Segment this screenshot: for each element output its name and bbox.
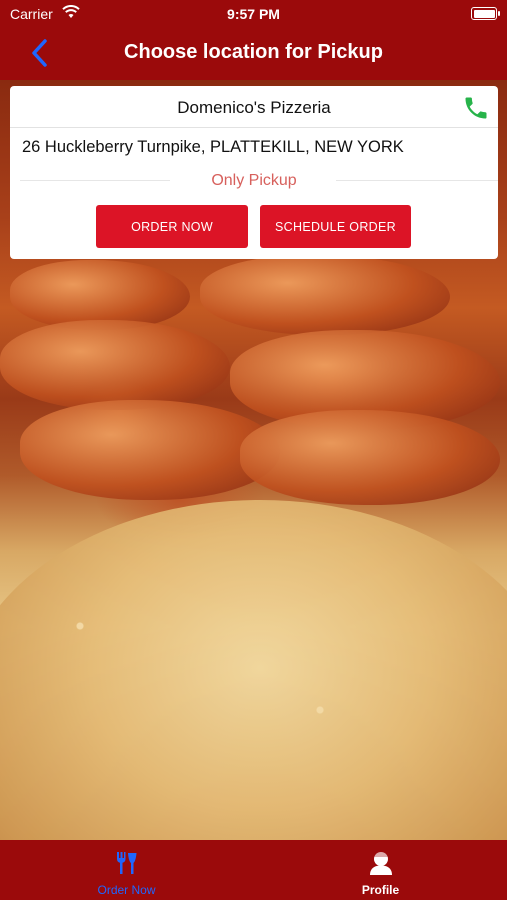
restaurant-name: Domenico's Pizzeria (177, 98, 331, 117)
navigation-bar: Choose location for Pickup (0, 28, 507, 80)
divider (10, 127, 498, 128)
order-now-button[interactable]: ORDER NOW (96, 205, 248, 248)
tab-order-now[interactable]: Order Now (0, 840, 253, 900)
pickup-mode-label: Only Pickup (211, 172, 297, 189)
tab-profile-label: Profile (361, 883, 400, 897)
page-title: Choose location for Pickup (124, 41, 383, 63)
utensils-icon (116, 852, 136, 874)
tab-bar: Order Now Profile (0, 840, 507, 900)
phone-icon[interactable] (462, 94, 490, 122)
schedule-order-button[interactable]: SCHEDULE ORDER (260, 205, 411, 248)
status-time: 9:57 PM (227, 6, 280, 22)
status-bar: Carrier 9:57 PM (0, 0, 507, 28)
location-card: Domenico's Pizzeria 26 Huckleberry Turnp… (10, 86, 498, 259)
restaurant-address: 26 Huckleberry Turnpike, PLATTEKILL, NEW… (22, 138, 404, 156)
person-icon (369, 850, 392, 875)
tab-profile[interactable]: Profile (254, 840, 507, 900)
battery-icon (471, 7, 500, 20)
tab-order-now-label: Order Now (97, 883, 156, 897)
